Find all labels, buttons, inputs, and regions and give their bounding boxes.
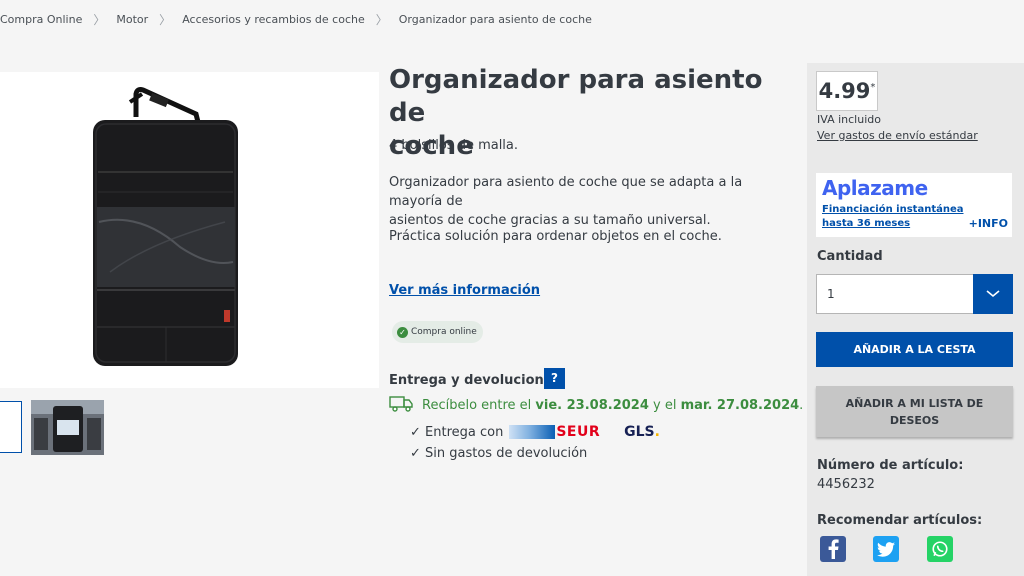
aplazame-line2: hasta 36 meses — [822, 218, 911, 229]
price: 4.99* — [819, 79, 876, 103]
wishlist-label: AÑADIR A MI LISTA DE DESEOS — [846, 395, 984, 429]
aplazame-logo: Aplazame — [822, 176, 928, 200]
price-box: 4.99* — [816, 71, 878, 111]
breadcrumb-motor[interactable]: Motor — [116, 13, 148, 26]
delivery-title: Entrega y devoluciones: — [389, 373, 566, 388]
breadcrumb-compra-online[interactable]: Compra Online — [0, 13, 82, 26]
gls-dot: . — [654, 424, 660, 440]
aplazame-financing[interactable]: Financiación instantánea hasta 36 meses — [822, 203, 964, 231]
description-line1: Organizador para asiento de coche que se… — [389, 175, 743, 209]
quantity-label: Cantidad — [817, 249, 883, 264]
delivery-date-to: mar. 27.08.2024 — [680, 398, 800, 413]
shipping-costs-link[interactable]: Ver gastos de envío estándar — [817, 129, 978, 142]
truck-icon — [389, 395, 414, 416]
aplazame-info-link[interactable]: +INFO — [969, 217, 1008, 230]
thumbnail-2[interactable] — [31, 400, 104, 455]
wishlist-line1: AÑADIR A MI LISTA DE — [845, 396, 984, 410]
carrier-label: ✓ Entrega con — [410, 424, 504, 440]
whatsapp-icon[interactable] — [927, 536, 953, 562]
product-description-2: Práctica solución para ordenar objetos e… — [389, 229, 722, 244]
thumbnail-1[interactable] — [0, 401, 22, 453]
product-subtitle: 4 bolsillos de malla. — [389, 138, 519, 153]
description-line2: asientos de coche gracias a su tamaño un… — [389, 213, 711, 228]
facebook-icon[interactable] — [820, 536, 846, 562]
price-footnote: * — [870, 82, 876, 93]
free-returns: ✓ Sin gastos de devolución — [410, 446, 588, 461]
chevron-right-icon: 〉 — [93, 12, 106, 27]
breadcrumb: Compra Online 〉 Motor 〉 Accesorios y rec… — [0, 11, 592, 27]
breadcrumb-current: Organizador para asiento de coche — [398, 12, 592, 26]
seur-wordmark: SEUR — [556, 424, 601, 440]
delivery-prefix: Recíbelo entre el — [422, 398, 536, 413]
seat-organizer-illustration — [93, 87, 238, 366]
quantity-select[interactable]: 1 — [816, 274, 1013, 314]
gls-logo: GLS. — [624, 424, 660, 440]
breadcrumb-accesorios[interactable]: Accesorios y recambios de coche — [182, 13, 365, 26]
vat-note: IVA incluido — [817, 113, 881, 126]
delivery-help-button[interactable]: ? — [544, 368, 565, 389]
delivery-date-from: vie. 23.08.2024 — [535, 398, 649, 413]
delivery-suffix: . — [799, 398, 804, 413]
recommend-label: Recomendar artículos: — [817, 513, 983, 528]
product-description: Organizador para asiento de coche que se… — [389, 173, 789, 230]
carrier-row: ✓ Entrega con SEUR GLS. — [410, 424, 660, 440]
product-main-image[interactable] — [0, 72, 379, 388]
delivery-estimate: Recíbelo entre el vie. 23.08.2024 y el m… — [389, 395, 803, 416]
aplazame-widget[interactable]: Aplazame Financiación instantánea hasta … — [816, 173, 1012, 237]
check-circle-icon: ✓ — [397, 326, 408, 338]
chevron-right-icon: 〉 — [375, 12, 388, 27]
price-value: 4.99 — [818, 79, 871, 103]
delivery-mid: y el — [648, 398, 681, 413]
badge-label: Compra online — [411, 327, 477, 337]
aplazame-line1: Financiación instantánea — [822, 204, 964, 215]
car-interior-thumbnail — [31, 400, 104, 455]
gls-wordmark: GLS — [624, 424, 655, 440]
add-to-wishlist-button[interactable]: AÑADIR A MI LISTA DE DESEOS — [816, 386, 1013, 437]
product-title-line1: Organizador para asiento de — [389, 65, 763, 128]
article-number-label: Número de artículo: — [817, 458, 964, 473]
add-to-cart-button[interactable]: AÑADIR A LA CESTA — [816, 332, 1013, 367]
more-info-link[interactable]: Ver más información — [389, 283, 540, 298]
quantity-value: 1 — [827, 287, 835, 301]
seur-stripes — [509, 425, 556, 439]
online-purchase-badge: ✓ Compra online — [392, 321, 483, 343]
chevron-right-icon: 〉 — [159, 12, 172, 27]
twitter-icon[interactable] — [873, 536, 899, 562]
article-number: 4456232 — [817, 477, 875, 492]
seur-logo: SEUR — [509, 424, 600, 440]
wishlist-line2: DESEOS — [889, 413, 940, 427]
chevron-down-icon[interactable] — [973, 274, 1013, 314]
